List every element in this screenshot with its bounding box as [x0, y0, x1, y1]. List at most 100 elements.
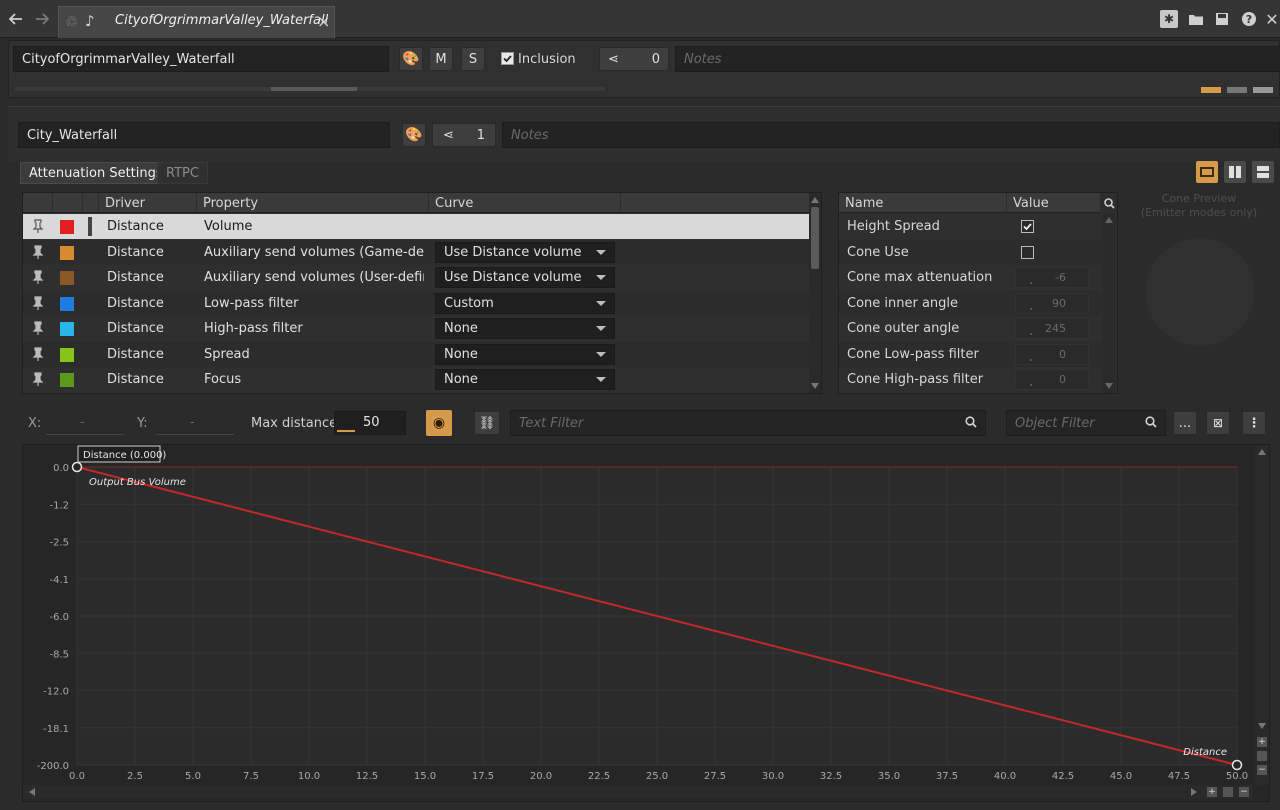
pin-icon[interactable] — [32, 244, 44, 259]
curve-dropdown[interactable]: Use Distance volume — [435, 267, 615, 288]
text-filter-input[interactable]: Text Filter — [510, 410, 986, 436]
solo-button[interactable]: S — [461, 47, 485, 71]
view-mode-single[interactable] — [1196, 161, 1218, 183]
cone-value-slider[interactable]: 245 — [1015, 318, 1089, 339]
curve-dropdown[interactable]: None — [435, 343, 615, 365]
curve-graph[interactable]: 0.0 2.5 5.0 7.5 10.0 12.5 15.0 17.5 20.0 22.5 25.0… — [23, 445, 1253, 785]
curve-color-swatch[interactable] — [60, 322, 74, 336]
layout-toggle-stack[interactable] — [1253, 87, 1273, 93]
curve-dropdown[interactable]: Use Distance volume — [435, 241, 615, 263]
search-icon[interactable] — [1101, 195, 1117, 211]
list-item[interactable]: Cone High-pass filter 0 — [839, 367, 1101, 392]
folder-icon[interactable] — [1186, 10, 1206, 28]
list-item[interactable]: Cone outer angle 245 — [839, 316, 1101, 341]
editor-tab[interactable]: ♲ ♪ CityofOrgrimmarValley_Waterfall × — [58, 6, 335, 38]
notes-field[interactable]: Notes — [675, 46, 1280, 72]
property-column-header[interactable]: Property — [197, 193, 429, 213]
table-row[interactable]: Distance Auxiliary send volumes (User-def… — [23, 265, 809, 290]
more-options-button[interactable]: ... — [1173, 411, 1197, 435]
list-item[interactable]: Cone Use — [839, 239, 1101, 265]
close-window-icon[interactable]: ✕ — [1264, 9, 1280, 29]
cone-value-slider[interactable]: 0 — [1015, 343, 1089, 365]
table-row[interactable]: Distance Focus None — [23, 367, 809, 392]
table-row[interactable]: Distance Low-pass filter Custom — [23, 290, 809, 316]
curve-color-swatch[interactable] — [60, 373, 74, 387]
attenuation-references-button[interactable]: ⋖ 1 — [432, 123, 496, 147]
cone-value-slider[interactable]: 90 — [1015, 292, 1089, 314]
layout-toggle-split[interactable] — [1227, 87, 1247, 93]
view-mode-rows[interactable] — [1252, 161, 1274, 183]
curve-column-header[interactable]: Curve — [429, 193, 621, 213]
color-palette-button[interactable]: 🎨 — [399, 47, 423, 71]
max-distance-field[interactable]: 50 — [334, 411, 406, 435]
link-button[interactable]: ⛓ — [474, 411, 500, 435]
curve-table-scrollbar[interactable] — [809, 193, 821, 393]
curve-color-swatch[interactable] — [60, 296, 74, 311]
cone-checkbox[interactable] — [1021, 220, 1034, 233]
driver-column-header[interactable]: Driver — [99, 193, 197, 213]
object-filter-input[interactable]: Object Filter — [1006, 410, 1166, 436]
y-tick-label: -200.0 — [37, 761, 69, 772]
tab-rtpc[interactable]: RTPC — [157, 162, 208, 184]
fit-curve-button[interactable]: ◉ — [426, 410, 452, 436]
help-icon[interactable]: ? — [1240, 10, 1258, 28]
curve-dropdown[interactable]: None — [435, 369, 615, 390]
cone-table-scrollbar[interactable] — [1103, 213, 1115, 393]
attenuation-notes-field[interactable]: Notes — [502, 122, 1280, 148]
pin-icon[interactable] — [32, 219, 44, 233]
curve-color-swatch[interactable] — [60, 220, 74, 234]
attenuation-color-button[interactable]: 🎨 — [402, 123, 426, 147]
select-curves-button[interactable]: ⊠ — [1206, 411, 1230, 435]
overflow-menu-button[interactable]: ⋮ — [1242, 411, 1266, 435]
zoom-in-icon[interactable]: + — [1257, 737, 1267, 747]
curve-color-swatch[interactable] — [60, 271, 74, 285]
zoom-fit-icon[interactable] — [1257, 751, 1267, 761]
attenuation-name-field[interactable]: City_Waterfall — [18, 122, 390, 148]
tab-attenuation-settings[interactable]: Attenuation Settings — [20, 162, 172, 184]
list-item[interactable]: Cone inner angle 90 — [839, 290, 1101, 316]
horizontal-scrollbar[interactable] — [15, 87, 605, 91]
cone-checkbox[interactable] — [1021, 245, 1034, 259]
references-button[interactable]: ⋖ 0 — [599, 47, 669, 71]
value-column-header[interactable]: Value — [1007, 193, 1101, 213]
close-icon[interactable]: × — [317, 12, 330, 31]
pin-icon[interactable] — [32, 372, 44, 386]
name-column-header[interactable]: Name — [839, 193, 1007, 213]
table-row[interactable]: Distance Spread None — [23, 341, 809, 367]
curve-color-swatch[interactable] — [60, 245, 74, 260]
save-icon[interactable] — [1213, 10, 1231, 28]
curve-control-point[interactable] — [71, 461, 83, 473]
zoom-out-icon[interactable]: − — [1257, 765, 1267, 775]
graph-horizontal-scrollbar[interactable]: + − — [23, 785, 1253, 799]
table-row[interactable]: Distance High-pass filter None — [23, 316, 809, 341]
list-item[interactable]: Height Spread — [839, 214, 1101, 239]
list-item[interactable]: Cone max attenuation -6 — [839, 265, 1101, 290]
pin-icon[interactable] — [32, 346, 44, 361]
curve-color-swatch[interactable] — [60, 347, 74, 362]
y-value-field[interactable]: - — [156, 411, 234, 435]
view-mode-columns[interactable] — [1224, 161, 1246, 183]
curve-control-point[interactable] — [1231, 759, 1243, 771]
inclusion-checkbox[interactable] — [501, 52, 514, 65]
back-arrow-icon[interactable] — [6, 9, 26, 29]
pin-window-icon[interactable]: ✱ — [1160, 10, 1178, 28]
table-row[interactable]: Distance Auxiliary send volumes (Game-def… — [23, 239, 809, 265]
graph-vertical-scrollbar[interactable]: + − — [1255, 445, 1269, 785]
h-zoom-out-icon[interactable]: − — [1239, 787, 1249, 797]
mute-button[interactable]: M — [429, 47, 453, 71]
pin-icon[interactable] — [32, 270, 44, 284]
x-value-field[interactable]: - — [46, 411, 124, 435]
object-name-field[interactable]: CityofOrgrimmarValley_Waterfall — [13, 46, 389, 72]
pin-icon[interactable] — [32, 321, 44, 335]
table-row[interactable]: Distance Volume — [23, 214, 809, 239]
cone-value-slider[interactable]: -6 — [1015, 267, 1089, 288]
h-zoom-fit-icon[interactable] — [1223, 787, 1233, 797]
list-item[interactable]: Cone Low-pass filter 0 — [839, 341, 1101, 367]
layout-toggle-orange[interactable] — [1201, 87, 1221, 93]
curve-dropdown[interactable]: Custom — [435, 292, 615, 314]
pin-icon[interactable] — [32, 295, 44, 310]
forward-arrow-icon[interactable] — [32, 9, 52, 29]
cone-value-slider[interactable]: 0 — [1015, 369, 1089, 390]
curve-dropdown[interactable]: None — [435, 318, 615, 339]
h-zoom-in-icon[interactable]: + — [1207, 787, 1217, 797]
